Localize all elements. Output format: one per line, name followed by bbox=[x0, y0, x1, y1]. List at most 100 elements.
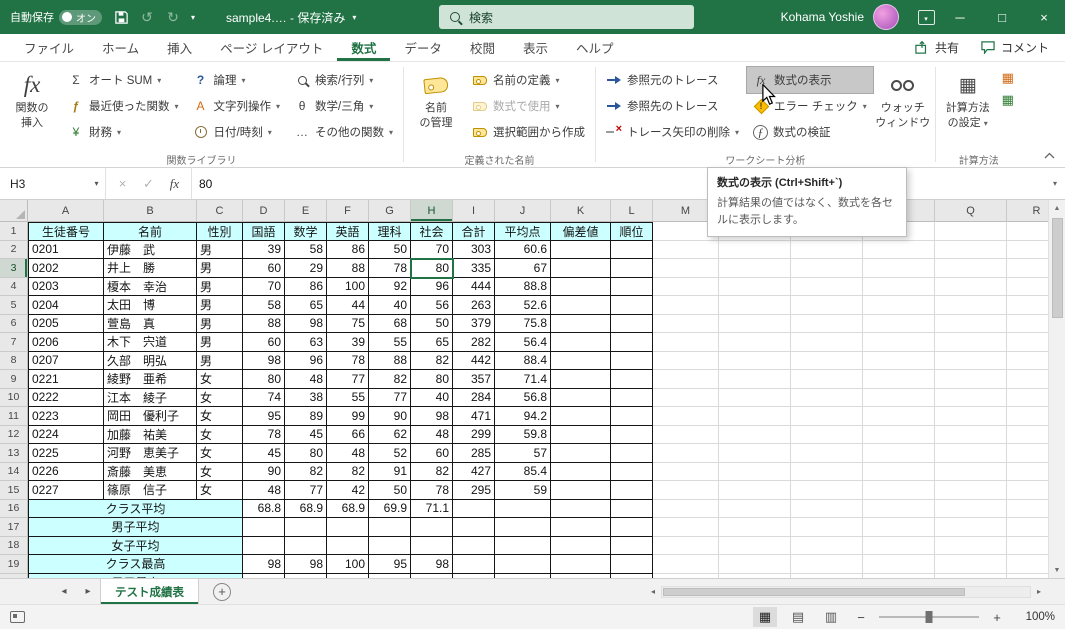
cell-G[interactable]: 50 bbox=[369, 240, 411, 259]
cell-G[interactable]: 88 bbox=[369, 351, 411, 370]
cell-K[interactable] bbox=[551, 462, 611, 481]
cell-D[interactable]: 39 bbox=[243, 240, 285, 259]
close-button[interactable]: × bbox=[1023, 0, 1065, 34]
cell-R[interactable] bbox=[1007, 370, 1048, 389]
ribbon-tab-2[interactable]: ホーム bbox=[88, 34, 153, 61]
cell-J[interactable]: 60.6 bbox=[495, 240, 551, 259]
cell-A[interactable]: 0202 bbox=[28, 259, 104, 278]
ribbon-tab-8[interactable]: 表示 bbox=[509, 34, 562, 61]
cell-B[interactable]: 伊藤 武 bbox=[104, 240, 197, 259]
vertical-scrollbar-thumb[interactable] bbox=[1051, 218, 1063, 318]
cell-C[interactable]: 男 bbox=[197, 296, 243, 315]
cell-N[interactable] bbox=[719, 351, 791, 370]
cell-M[interactable] bbox=[653, 499, 719, 518]
cell-K[interactable] bbox=[551, 499, 611, 518]
financial-button[interactable]: ¥ 財務 ▾ bbox=[62, 119, 185, 145]
column-header-I[interactable]: I bbox=[453, 200, 495, 222]
vertical-scrollbar[interactable]: ▲ ▼ bbox=[1048, 200, 1065, 578]
cell-G[interactable]: 68 bbox=[369, 314, 411, 333]
cell-P[interactable] bbox=[863, 296, 935, 315]
cell-R[interactable] bbox=[1007, 462, 1048, 481]
cell-Q[interactable] bbox=[935, 481, 1007, 500]
column-header-B[interactable]: B bbox=[104, 200, 197, 222]
cell-E[interactable]: 82 bbox=[285, 462, 327, 481]
cell-H[interactable]: 40 bbox=[411, 388, 453, 407]
cell-G[interactable]: 82 bbox=[369, 370, 411, 389]
cell-P[interactable] bbox=[863, 444, 935, 463]
cell-F[interactable]: 48 bbox=[327, 444, 369, 463]
cell-F[interactable]: 英語 bbox=[327, 222, 369, 241]
cell-E[interactable]: 38 bbox=[285, 388, 327, 407]
cell-G[interactable]: 理科 bbox=[369, 222, 411, 241]
cell-N[interactable] bbox=[719, 259, 791, 278]
cell-D[interactable]: 45 bbox=[243, 444, 285, 463]
cell-R[interactable] bbox=[1007, 333, 1048, 352]
cell-H[interactable]: 71.1 bbox=[411, 499, 453, 518]
cell-Q[interactable] bbox=[935, 351, 1007, 370]
cell-N[interactable] bbox=[719, 240, 791, 259]
cell-Q[interactable] bbox=[935, 462, 1007, 481]
cell-K[interactable] bbox=[551, 518, 611, 537]
cell-G[interactable]: 40 bbox=[369, 296, 411, 315]
cell-J[interactable]: 59 bbox=[495, 481, 551, 500]
cell-F[interactable]: 75 bbox=[327, 314, 369, 333]
cell-M[interactable] bbox=[653, 240, 719, 259]
cell-H[interactable]: 80 bbox=[410, 258, 454, 279]
cell-Q[interactable] bbox=[935, 388, 1007, 407]
row-header-12[interactable]: 12 bbox=[0, 425, 28, 444]
cell-B[interactable]: 斎藤 美恵 bbox=[104, 462, 197, 481]
cell-F[interactable]: 78 bbox=[327, 351, 369, 370]
column-header-A[interactable]: A bbox=[28, 200, 104, 222]
cell-K[interactable] bbox=[551, 444, 611, 463]
document-title[interactable]: sample4.… - 保存済み ▾ bbox=[226, 9, 356, 26]
maximize-button[interactable]: □ bbox=[981, 0, 1023, 34]
cell-N[interactable] bbox=[719, 481, 791, 500]
cell-I[interactable] bbox=[453, 555, 495, 574]
cell-F[interactable] bbox=[327, 536, 369, 555]
cell-H[interactable]: 60 bbox=[411, 444, 453, 463]
cell-O[interactable] bbox=[791, 555, 863, 574]
cell-N[interactable] bbox=[719, 407, 791, 426]
cell-N[interactable] bbox=[719, 499, 791, 518]
cell-A[interactable]: 0205 bbox=[28, 314, 104, 333]
define-name-button[interactable]: 名前の定義 ▾ bbox=[466, 67, 591, 93]
row-header-14[interactable]: 14 bbox=[0, 462, 28, 481]
cell-F[interactable]: 55 bbox=[327, 388, 369, 407]
quick-access-chevron-icon[interactable]: ▾ bbox=[186, 4, 200, 30]
cell-R[interactable] bbox=[1007, 259, 1048, 278]
cell-N[interactable] bbox=[719, 425, 791, 444]
cell-D[interactable]: 74 bbox=[243, 388, 285, 407]
cell-A[interactable]: 0221 bbox=[28, 370, 104, 389]
row-header-7[interactable]: 7 bbox=[0, 333, 28, 352]
cell-N[interactable] bbox=[719, 296, 791, 315]
cell-K[interactable] bbox=[551, 259, 611, 278]
cancel-icon[interactable]: × bbox=[111, 172, 134, 195]
cell-Q[interactable] bbox=[935, 425, 1007, 444]
merged-label-cell[interactable]: 男子平均 bbox=[28, 518, 243, 537]
cell-Q[interactable] bbox=[935, 536, 1007, 555]
cell-P[interactable] bbox=[863, 407, 935, 426]
cell-E[interactable] bbox=[285, 518, 327, 537]
cell-K[interactable] bbox=[551, 407, 611, 426]
cell-M[interactable] bbox=[653, 388, 719, 407]
zoom-level[interactable]: 100% bbox=[1015, 611, 1055, 623]
cell-I[interactable]: 284 bbox=[453, 388, 495, 407]
cell-C[interactable]: 男 bbox=[197, 314, 243, 333]
cell-H[interactable]: 98 bbox=[411, 407, 453, 426]
cell-B[interactable]: 井上 勝 bbox=[104, 259, 197, 278]
cell-K[interactable]: 偏差値 bbox=[551, 222, 611, 241]
cell-D[interactable]: 78 bbox=[243, 425, 285, 444]
cell-N[interactable] bbox=[719, 555, 791, 574]
cell-G[interactable]: 62 bbox=[369, 425, 411, 444]
cell-R[interactable] bbox=[1007, 240, 1048, 259]
cell-P[interactable] bbox=[863, 555, 935, 574]
cell-O[interactable] bbox=[791, 388, 863, 407]
row-header-4[interactable]: 4 bbox=[0, 277, 28, 296]
cell-I[interactable]: 357 bbox=[453, 370, 495, 389]
cell-E[interactable]: 98 bbox=[285, 555, 327, 574]
cell-O[interactable] bbox=[791, 536, 863, 555]
cell-O[interactable] bbox=[791, 296, 863, 315]
cell-B[interactable]: 榎本 幸治 bbox=[104, 277, 197, 296]
cell-E[interactable]: 65 bbox=[285, 296, 327, 315]
column-header-Q[interactable]: Q bbox=[935, 200, 1007, 222]
